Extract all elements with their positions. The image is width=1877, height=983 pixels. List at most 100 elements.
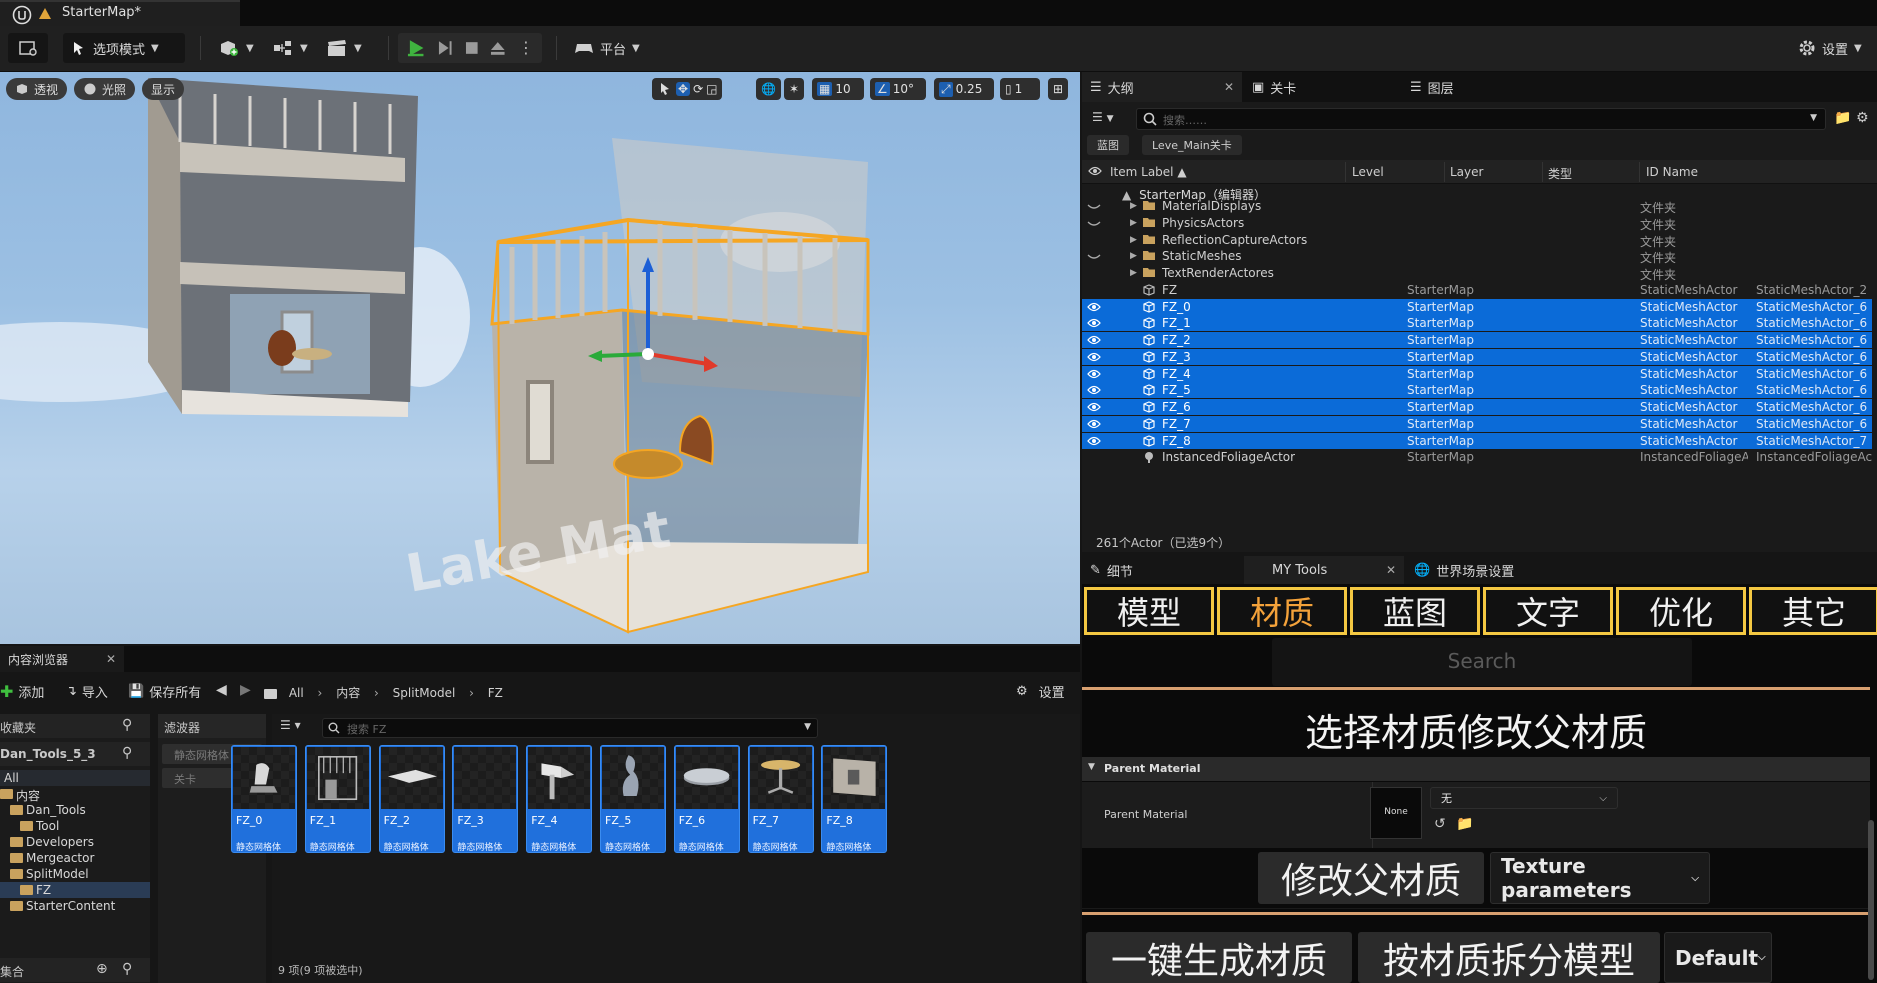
settings-button[interactable]: 设置 ▼ xyxy=(1790,33,1870,63)
category-button[interactable]: 优化 xyxy=(1616,587,1746,635)
tab-content-browser[interactable]: 内容浏览器 ✕ xyxy=(0,646,124,672)
expand-arrow-icon[interactable]: ▶ xyxy=(1130,251,1137,261)
column-layer[interactable]: Layer xyxy=(1450,165,1483,179)
outliner-row[interactable]: FZ_4 StarterMap StaticMeshActor StaticMeshA… xyxy=(1082,365,1872,382)
world-space-button[interactable]: 🌐 xyxy=(756,78,781,100)
outliner-row[interactable]: FZ_3 StarterMap StaticMeshActor StaticMeshA… xyxy=(1082,348,1872,365)
add-button[interactable]: ✚ 添加 xyxy=(0,682,44,701)
outliner-row[interactable]: ▶ ReflectionCaptureActors 文件夹 xyxy=(1082,232,1872,249)
split-by-material-button[interactable]: 按材质拆分模型 xyxy=(1358,932,1660,983)
tree-item[interactable]: Dan_Tools xyxy=(0,802,150,818)
column-divider[interactable] xyxy=(1444,162,1445,182)
perspective-button[interactable]: 透视 xyxy=(6,78,68,100)
forward-icon[interactable]: ▶ xyxy=(240,682,251,698)
rotate-snap-button[interactable]: ∠ 10° xyxy=(870,78,926,100)
eject-icon[interactable] xyxy=(490,40,506,56)
outliner-row[interactable]: FZ_8 StarterMap StaticMeshActor StaticMeshA… xyxy=(1082,432,1872,449)
breadcrumb-item[interactable]: All xyxy=(289,686,304,700)
outliner-row[interactable]: FZ_2 StarterMap StaticMeshActor StaticMeshA… xyxy=(1082,332,1872,348)
outliner-row[interactable]: FZ_6 StarterMap StaticMeshActor StaticMeshA… xyxy=(1082,399,1872,415)
visibility-eye-icon[interactable] xyxy=(1087,401,1101,413)
filter-dropdown-icon[interactable]: ☰ ▾ xyxy=(280,718,301,732)
camera-speed-button[interactable]: ▯ 1 xyxy=(1000,78,1040,100)
expand-arrow-icon[interactable]: ▶ xyxy=(1130,201,1137,211)
material-thumbnail[interactable]: None xyxy=(1370,787,1422,839)
surface-snap-button[interactable]: ✶ xyxy=(784,78,805,100)
tab-my-tools[interactable]: MY Tools ✕ xyxy=(1244,556,1404,584)
hidden-eye-icon[interactable] xyxy=(1087,200,1101,212)
search-icon[interactable]: ⚲ xyxy=(122,961,132,977)
outliner-row[interactable]: ▶ PhysicsActors 文件夹 xyxy=(1082,215,1872,232)
visibility-eye-icon[interactable] xyxy=(1087,301,1101,313)
map-tab[interactable]: StarterMap* xyxy=(0,0,240,26)
visibility-eye-icon[interactable] xyxy=(1087,317,1101,329)
breadcrumb-item[interactable]: 内容 xyxy=(336,686,360,700)
platform-button[interactable]: 平台 ▼ xyxy=(566,33,648,63)
tree-item[interactable]: FZ xyxy=(0,882,150,898)
modify-parent-material-button[interactable]: 修改父材质 xyxy=(1258,852,1484,904)
tab-world-settings[interactable]: 🌐 世界场景设置 xyxy=(1406,556,1606,584)
gear-icon[interactable]: ⚙ xyxy=(1856,110,1869,126)
outliner-row[interactable]: FZ_1 StarterMap StaticMeshActor StaticMeshA… xyxy=(1082,315,1872,332)
asset-tile[interactable]: FZ_8 静态网格体 xyxy=(821,745,888,853)
asset-search-input[interactable]: 搜索 FZ ▼ xyxy=(322,718,818,738)
category-button[interactable]: 文字 xyxy=(1483,587,1613,635)
move-icon[interactable]: ✥ xyxy=(676,82,691,96)
outliner-row[interactable]: ▶ TextRenderActores 文件夹 xyxy=(1082,265,1872,282)
default-dropdown[interactable]: Default ⌵ xyxy=(1664,932,1772,983)
back-icon[interactable]: ◀ xyxy=(216,682,227,698)
content-settings-button[interactable]: ⚙ 设置 xyxy=(1016,682,1065,701)
details-scrollbar[interactable] xyxy=(1868,820,1874,980)
more-options-icon[interactable]: ⋮ xyxy=(518,40,534,56)
column-divider[interactable] xyxy=(1345,162,1346,182)
column-type[interactable]: 类型 xyxy=(1548,165,1572,182)
tree-item[interactable]: All xyxy=(0,770,150,786)
column-level[interactable]: Level xyxy=(1352,165,1384,179)
category-button[interactable]: 其它 xyxy=(1749,587,1877,635)
scale-snap-button[interactable]: ⤢ 0.25 xyxy=(934,78,994,100)
select-arrow-icon[interactable] xyxy=(657,81,673,97)
tab-outliner[interactable]: ☰ 大纲 ✕ xyxy=(1082,72,1242,102)
asset-tile[interactable]: FZ_2 静态网格体 xyxy=(378,745,445,853)
maximize-viewport-button[interactable]: ⊞ xyxy=(1048,78,1069,100)
lighting-button[interactable]: 光照 xyxy=(74,78,136,100)
cinematics-button[interactable]: ▼ xyxy=(318,33,370,63)
asset-tile[interactable]: FZ_7 静态网格体 xyxy=(747,745,814,853)
category-button[interactable]: 蓝图 xyxy=(1350,587,1480,635)
generate-material-button[interactable]: 一键生成材质 xyxy=(1086,932,1352,983)
blueprint-button[interactable]: ▼ xyxy=(264,33,316,63)
close-icon[interactable]: ✕ xyxy=(1224,80,1234,94)
asset-tile[interactable]: FZ_5 静态网格体 xyxy=(600,745,666,853)
tree-item[interactable]: StarterContent xyxy=(0,898,150,914)
search-icon[interactable]: ⚲ xyxy=(122,745,132,761)
collections-header[interactable]: 集合 ⊕ ⚲ xyxy=(0,958,150,982)
outliner-row[interactable]: ▶ StaticMeshes 文件夹 xyxy=(1082,248,1872,265)
asset-tile[interactable]: FZ_0 静态网格体 xyxy=(231,745,297,853)
visibility-eye-icon[interactable] xyxy=(1087,368,1101,380)
add-folder-icon[interactable]: 📁 xyxy=(1834,110,1851,126)
grid-snap-button[interactable]: ▦ 10 xyxy=(812,78,864,100)
filter-chip-level[interactable]: Leve_Main关卡 xyxy=(1142,135,1242,155)
level-viewport[interactable]: Lake Mat 透视 光照 显示 ✥ ⟳ ◲ 🌐 ✶ ▦ 10 ∠ 10° ⤢… xyxy=(0,72,1080,644)
category-button[interactable]: 材质 xyxy=(1217,587,1347,635)
visibility-eye-icon[interactable] xyxy=(1088,165,1102,177)
import-button[interactable]: ↴ 导入 xyxy=(66,682,108,701)
close-icon[interactable]: ✕ xyxy=(1386,563,1396,577)
filter-dropdown[interactable]: ☰ ▼ xyxy=(1092,110,1114,124)
search-icon[interactable]: ⚲ xyxy=(122,717,132,733)
unreal-logo-icon[interactable] xyxy=(12,5,32,25)
outliner-row[interactable]: FZ_5 StarterMap StaticMeshActor StaticMeshA… xyxy=(1082,382,1872,399)
tree-item[interactable]: 内容 xyxy=(0,786,150,803)
tree-item[interactable]: Mergeactor xyxy=(0,850,150,866)
tab-details[interactable]: ✎ 细节 xyxy=(1082,556,1242,584)
outliner-row[interactable]: ▶ MaterialDisplays 文件夹 xyxy=(1082,198,1872,215)
asset-tile[interactable]: FZ_1 静态网格体 xyxy=(304,745,371,853)
visibility-eye-icon[interactable] xyxy=(1087,351,1101,363)
hidden-eye-icon[interactable] xyxy=(1087,217,1101,229)
tools-search-input[interactable]: Search xyxy=(1272,638,1692,686)
tree-item[interactable]: Tool xyxy=(0,818,150,834)
column-divider[interactable] xyxy=(1639,162,1640,182)
project-header[interactable]: Dan_Tools_5_3 ⚲ xyxy=(0,742,150,766)
texture-parameters-dropdown[interactable]: Texture parameters ⌵ xyxy=(1490,852,1710,904)
scale-icon[interactable]: ◲ xyxy=(706,82,717,96)
